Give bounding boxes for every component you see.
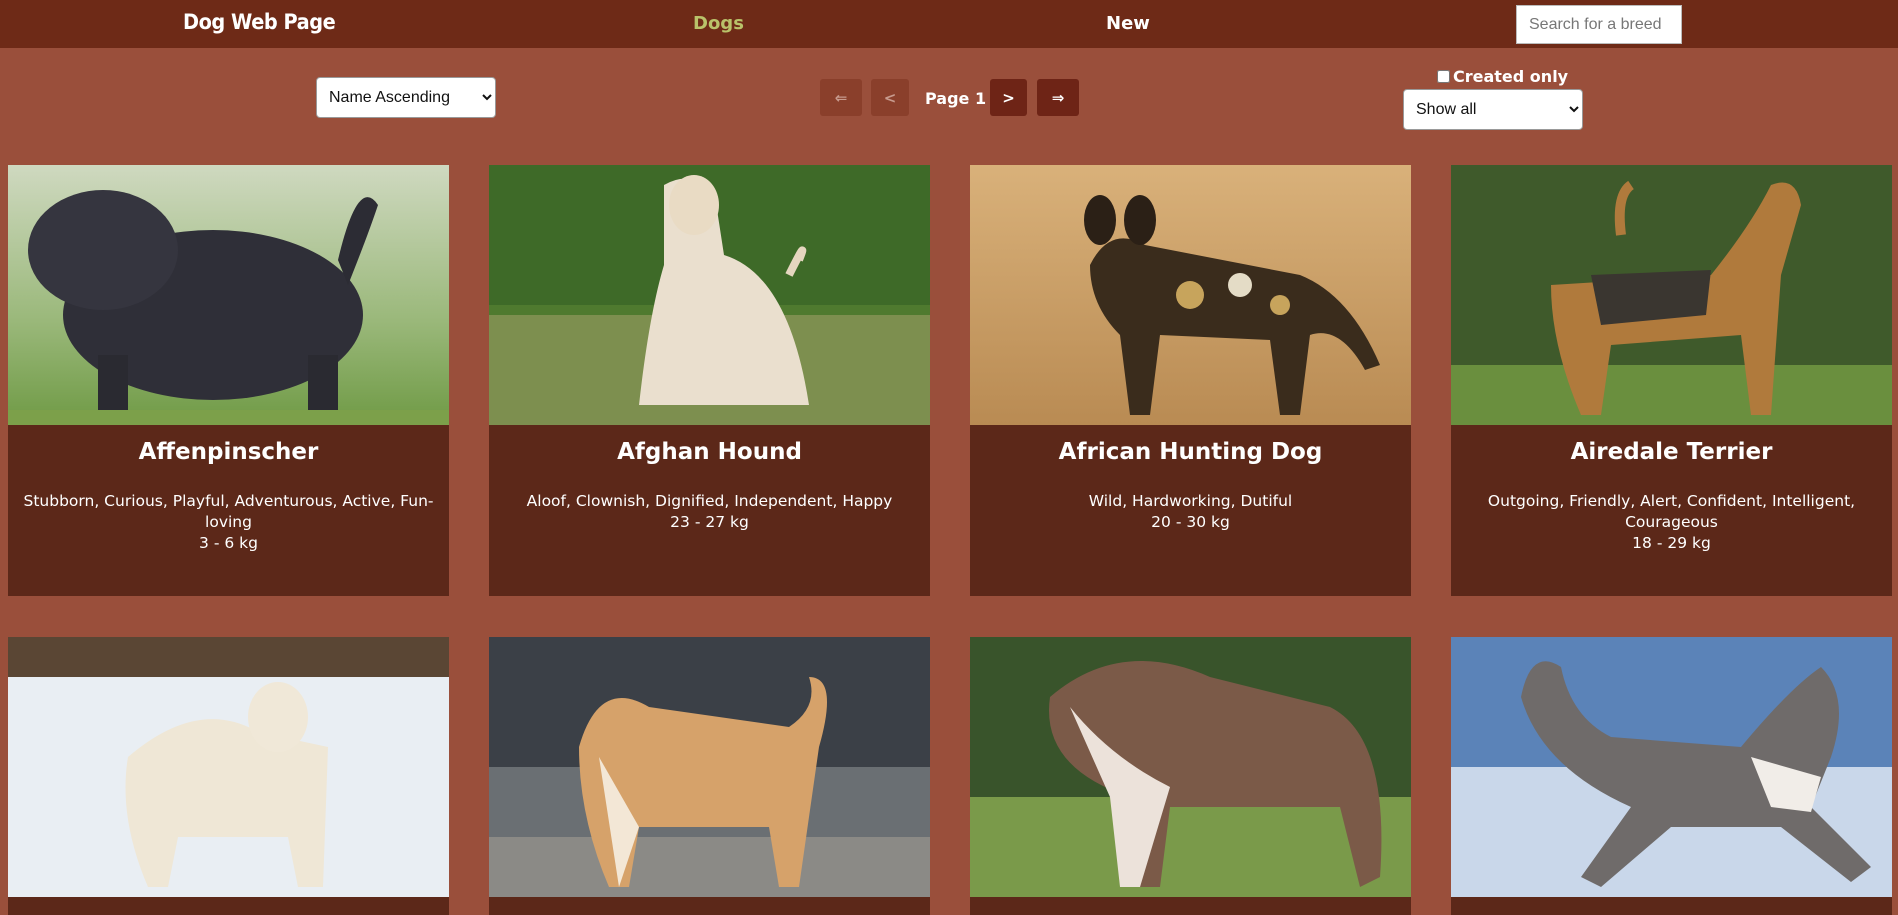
previous-page-button[interactable]: < (871, 79, 909, 116)
dog-photo-affenpinscher (8, 165, 449, 425)
dog-photo (1451, 637, 1892, 897)
dog-photo (489, 637, 930, 897)
dog-weight: 18 - 29 kg (1632, 534, 1711, 552)
dog-temperament: Outgoing, Friendly, Alert, Confident, In… (1487, 492, 1856, 531)
dog-photo-african-hunting-dog (970, 165, 1411, 425)
dog-name: African Hunting Dog (1058, 439, 1323, 465)
current-page-label: Page 1 (925, 89, 987, 108)
dog-card[interactable]: African Hunting Dog Wild, Hardworking, D… (970, 165, 1411, 596)
dog-card[interactable] (970, 637, 1411, 915)
dog-photo (8, 637, 449, 897)
next-page-button[interactable]: > (990, 79, 1027, 116)
last-page-button[interactable]: ⇒ (1037, 79, 1079, 116)
nav-link-dogs[interactable]: Dogs (693, 13, 744, 34)
dog-photo-airedale-terrier (1451, 165, 1892, 425)
created-only-label: Created only (1453, 67, 1569, 86)
created-only-checkbox[interactable] (1437, 70, 1450, 83)
dog-card[interactable]: Afghan Hound Aloof, Clownish, Dignified,… (489, 165, 930, 596)
sort-order-select[interactable]: Name Ascending (316, 77, 496, 118)
dog-temperament: Stubborn, Curious, Playful, Adventurous,… (23, 492, 434, 531)
dog-weight: 20 - 30 kg (1151, 513, 1230, 531)
brand-logo[interactable]: Dog Web Page (183, 10, 336, 34)
dog-name: Airedale Terrier (1570, 439, 1773, 465)
dog-temperament: Wild, Hardworking, Dutiful (1088, 492, 1293, 510)
breed-search-input[interactable] (1516, 5, 1682, 44)
dog-photo (970, 637, 1411, 897)
nav-link-new[interactable]: New (1106, 13, 1150, 34)
dog-card[interactable] (1451, 637, 1892, 915)
dog-name: Afghan Hound (617, 439, 802, 465)
dog-weight: 23 - 27 kg (670, 513, 749, 531)
source-filter-select[interactable]: Show all (1403, 89, 1583, 130)
dog-card[interactable]: Airedale Terrier Outgoing, Friendly, Ale… (1451, 165, 1892, 596)
dog-photo-afghan-hound (489, 165, 930, 425)
first-page-button[interactable]: ⇐ (820, 79, 862, 116)
dog-name: Affenpinscher (138, 439, 319, 465)
dog-card[interactable] (8, 637, 449, 915)
top-nav-bar: Dog Web Page Dogs New (0, 0, 1898, 48)
created-only-filter[interactable]: Created only (1437, 67, 1568, 86)
dog-temperament: Aloof, Clownish, Dignified, Independent,… (526, 492, 893, 510)
dog-weight: 3 - 6 kg (199, 534, 258, 552)
dog-card[interactable]: Affenpinscher Stubborn, Curious, Playful… (8, 165, 449, 596)
dog-card[interactable] (489, 637, 930, 915)
